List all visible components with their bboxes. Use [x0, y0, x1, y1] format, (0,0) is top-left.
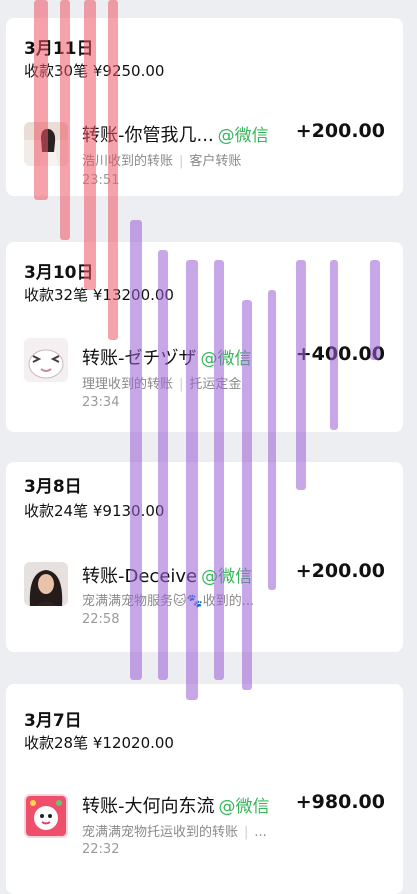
- transaction-note: ...: [254, 825, 267, 840]
- cartoon-face-avatar: [24, 338, 68, 382]
- day-date: 3月7日: [24, 711, 82, 731]
- transaction-amount: +200.00: [295, 120, 385, 142]
- transaction-title: 转账-大何向东流 @微信: [82, 792, 270, 818]
- transaction-title: 转账-你管我几... @微信: [82, 121, 269, 147]
- day-summary: 收款30笔 ¥9250.00: [24, 62, 165, 80]
- transaction-amount: +980.00: [295, 791, 385, 813]
- wechat-source-label: @微信: [217, 126, 269, 146]
- transaction-time: 23:34: [82, 395, 120, 410]
- woman-photo-avatar: [24, 122, 68, 166]
- separator: |: [179, 377, 184, 392]
- transaction-receiver: 宠满满宠物服务🐱🐾收到的...: [82, 594, 255, 609]
- transaction-time: 22:32: [82, 842, 120, 857]
- transaction-amount: +400.00: [295, 343, 385, 365]
- transaction-payer: 转账-你管我几...: [82, 125, 214, 146]
- day-date: 3月8日: [24, 477, 82, 497]
- transaction-note: 客户转账: [189, 154, 242, 169]
- transaction-payer: 转账-大何向东流: [82, 796, 215, 817]
- day-date: 3月10日: [24, 263, 94, 283]
- transaction-payer: 转账-Deceive: [82, 566, 198, 587]
- transaction-time: 22:58: [82, 612, 120, 627]
- wechat-source-label: @微信: [201, 567, 253, 587]
- day-summary: 收款32笔 ¥13200.00: [24, 286, 174, 304]
- transaction-note: 托运定金: [189, 377, 242, 392]
- day-group-card: 3月11日 收款30笔 ¥9250.00 转账-你管我几... @微信 +200.…: [6, 18, 403, 196]
- transaction-receiver: 宠满满宠物托运收到的转账: [82, 825, 239, 840]
- transaction-receiver: 理理收到的转账: [82, 377, 174, 392]
- wechat-source-label: @微信: [218, 797, 270, 817]
- transaction-description: 宠满满宠物托运收到的转账 |...: [82, 821, 267, 840]
- transaction-description: 浩川收到的转账 | 客户转账: [82, 150, 241, 169]
- dark-hair-portrait-avatar: [24, 562, 68, 606]
- transaction-title: 转账-Deceive @微信: [82, 562, 252, 588]
- transaction-title: 转账-ゼチヅザ @微信: [82, 344, 252, 370]
- transaction-description: 宠满满宠物服务🐱🐾收到的...: [82, 590, 254, 609]
- separator: |: [179, 154, 184, 169]
- separator: |: [244, 825, 249, 840]
- day-summary: 收款28笔 ¥12020.00: [24, 734, 174, 752]
- transaction-receiver: 浩川收到的转账: [82, 154, 174, 169]
- wechat-source-label: @微信: [200, 349, 252, 369]
- transaction-description: 理理收到的转账 | 托运定金: [82, 373, 241, 392]
- transaction-time: 23:51: [82, 173, 120, 188]
- day-date: 3月11日: [24, 39, 94, 59]
- day-group-card: 3月7日 收款28笔 ¥12020.00 转账-大何向东流 @微信 +980.00…: [6, 684, 403, 894]
- transaction-amount: +200.00: [295, 560, 385, 582]
- day-group-card: 3月8日 收款24笔 ¥9130.00 转账-Deceive @微信 +200.0…: [6, 462, 403, 652]
- day-group-card: 3月10日 收款32笔 ¥13200.00 转账-ゼチヅザ @微信 +400.00…: [6, 242, 403, 432]
- day-summary: 收款24笔 ¥9130.00: [24, 502, 165, 520]
- red-cartoon-avatar: [24, 794, 68, 838]
- transaction-payer: 转账-ゼチヅザ: [82, 348, 197, 369]
